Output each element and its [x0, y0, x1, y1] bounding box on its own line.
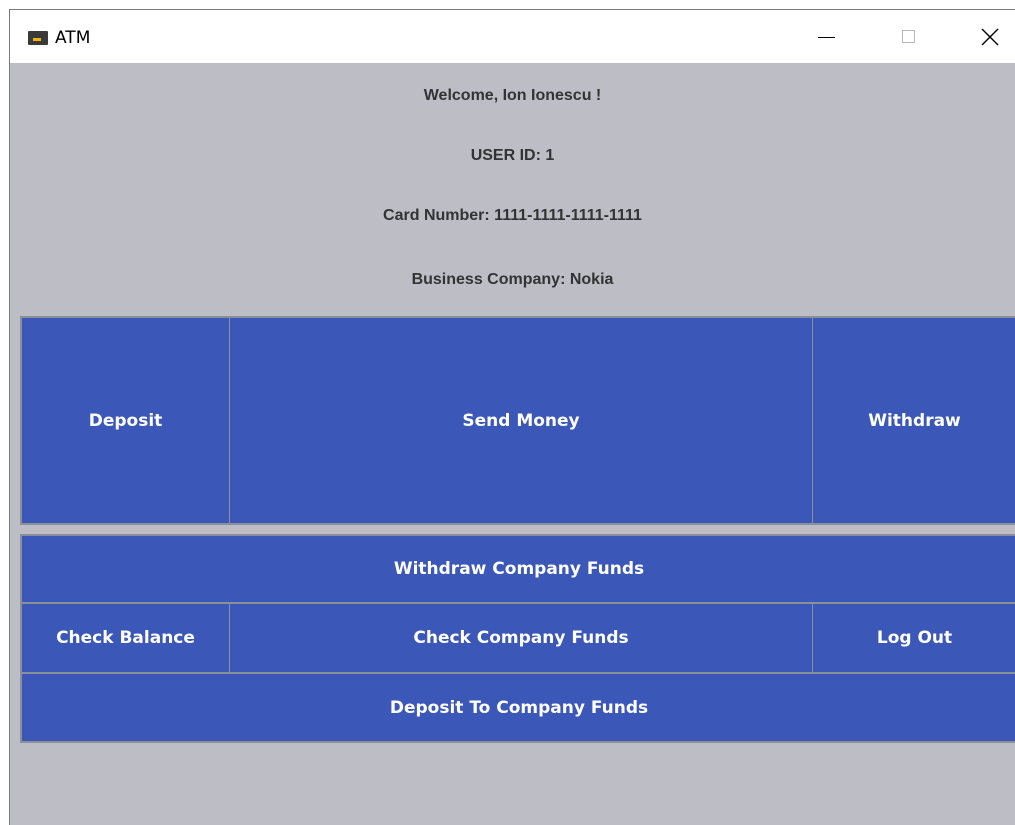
window-title: ATM: [55, 28, 91, 48]
deposit-to-company-funds-button[interactable]: Deposit To Company Funds: [20, 672, 1015, 743]
card-number-label: Card Number: 1111-1111-1111-1111: [383, 207, 642, 224]
business-company-label: Business Company: Nokia: [411, 271, 614, 288]
minimize-icon: [817, 36, 835, 39]
close-button[interactable]: [967, 10, 1013, 63]
welcome-label: Welcome, Ion Ionescu !: [423, 87, 602, 104]
check-company-funds-button[interactable]: Check Company Funds: [229, 602, 813, 674]
maximize-button[interactable]: [885, 10, 931, 63]
user-id-label: USER ID: 1: [470, 147, 555, 164]
title-bar: ATM: [10, 10, 1015, 63]
close-icon: [981, 28, 999, 45]
maximize-icon: [901, 30, 915, 43]
withdraw-button[interactable]: Withdraw: [812, 316, 1015, 525]
deposit-button[interactable]: Deposit: [20, 316, 230, 525]
check-balance-button[interactable]: Check Balance: [20, 602, 230, 674]
send-money-button[interactable]: Send Money: [229, 316, 813, 525]
log-out-button[interactable]: Log Out: [812, 602, 1015, 674]
atm-window: ATM Welcome, Ion Ionescu ! USER ID: 1 Ca…: [9, 9, 1015, 825]
credit-card-icon: [28, 31, 48, 45]
minimize-button[interactable]: [803, 10, 849, 63]
withdraw-company-funds-button[interactable]: Withdraw Company Funds: [20, 534, 1015, 604]
